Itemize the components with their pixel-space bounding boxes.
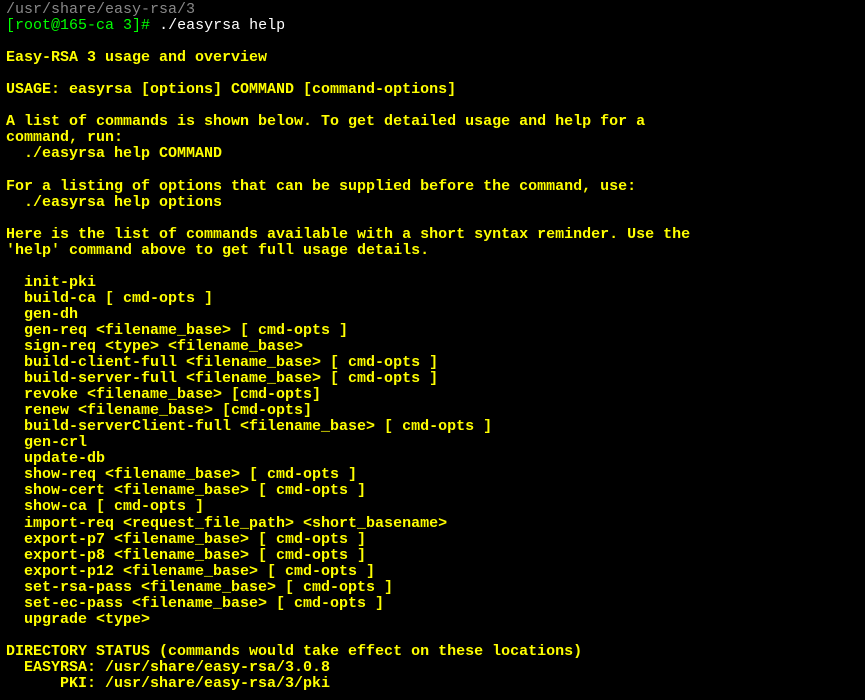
- command-item: export-p7 <filename_base> [ cmd-opts ]: [6, 532, 859, 548]
- desc-line: A list of commands is shown below. To ge…: [6, 114, 859, 130]
- desc-line: Here is the list of commands available w…: [6, 227, 859, 243]
- desc-line: command, run:: [6, 130, 859, 146]
- usage-line: USAGE: easyrsa [options] COMMAND [comman…: [6, 82, 859, 98]
- blank-line: [6, 66, 859, 82]
- command-item: update-db: [6, 451, 859, 467]
- command-item: renew <filename_base> [cmd-opts]: [6, 403, 859, 419]
- prompt-hash: #: [141, 17, 150, 34]
- dir-status-line: EASYRSA: /usr/share/easy-rsa/3.0.8: [6, 660, 859, 676]
- command-item: build-ca [ cmd-opts ]: [6, 291, 859, 307]
- blank-line: [6, 98, 859, 114]
- command-item: upgrade <type>: [6, 612, 859, 628]
- desc-line: 'help' command above to get full usage d…: [6, 243, 859, 259]
- command-item: gen-crl: [6, 435, 859, 451]
- command-item: show-ca [ cmd-opts ]: [6, 499, 859, 515]
- command-item: export-p12 <filename_base> [ cmd-opts ]: [6, 564, 859, 580]
- prompt-space: [150, 17, 159, 34]
- command-item: import-req <request_file_path> <short_ba…: [6, 516, 859, 532]
- command-item: revoke <filename_base> [cmd-opts]: [6, 387, 859, 403]
- dir-status-header: DIRECTORY STATUS (commands would take ef…: [6, 644, 859, 660]
- command-item: show-req <filename_base> [ cmd-opts ]: [6, 467, 859, 483]
- blank-line: [6, 34, 859, 50]
- command-item: set-ec-pass <filename_base> [ cmd-opts ]: [6, 596, 859, 612]
- command-item: build-serverClient-full <filename_base> …: [6, 419, 859, 435]
- output-title: Easy-RSA 3 usage and overview: [6, 50, 859, 66]
- command-item: gen-req <filename_base> [ cmd-opts ]: [6, 323, 859, 339]
- desc-line: ./easyrsa help options: [6, 195, 859, 211]
- prompt-line[interactable]: [root@165-ca 3]# ./easyrsa help: [6, 18, 859, 34]
- command-item: init-pki: [6, 275, 859, 291]
- command-item: set-rsa-pass <filename_base> [ cmd-opts …: [6, 580, 859, 596]
- blank-line: [6, 259, 859, 275]
- truncated-path-line: /usr/share/easy-rsa/3: [6, 2, 859, 18]
- command-item: build-client-full <filename_base> [ cmd-…: [6, 355, 859, 371]
- desc-line: ./easyrsa help COMMAND: [6, 146, 859, 162]
- command-item: sign-req <type> <filename_base>: [6, 339, 859, 355]
- prompt-user-host: [root@165-ca 3]: [6, 17, 141, 34]
- blank-line: [6, 162, 859, 178]
- desc-line: For a listing of options that can be sup…: [6, 179, 859, 195]
- command-item: show-cert <filename_base> [ cmd-opts ]: [6, 483, 859, 499]
- blank-line: [6, 628, 859, 644]
- command-item: build-server-full <filename_base> [ cmd-…: [6, 371, 859, 387]
- blank-line: [6, 211, 859, 227]
- dir-status-line: PKI: /usr/share/easy-rsa/3/pki: [6, 676, 859, 692]
- command-input[interactable]: ./easyrsa help: [159, 17, 285, 34]
- command-item: gen-dh: [6, 307, 859, 323]
- command-item: export-p8 <filename_base> [ cmd-opts ]: [6, 548, 859, 564]
